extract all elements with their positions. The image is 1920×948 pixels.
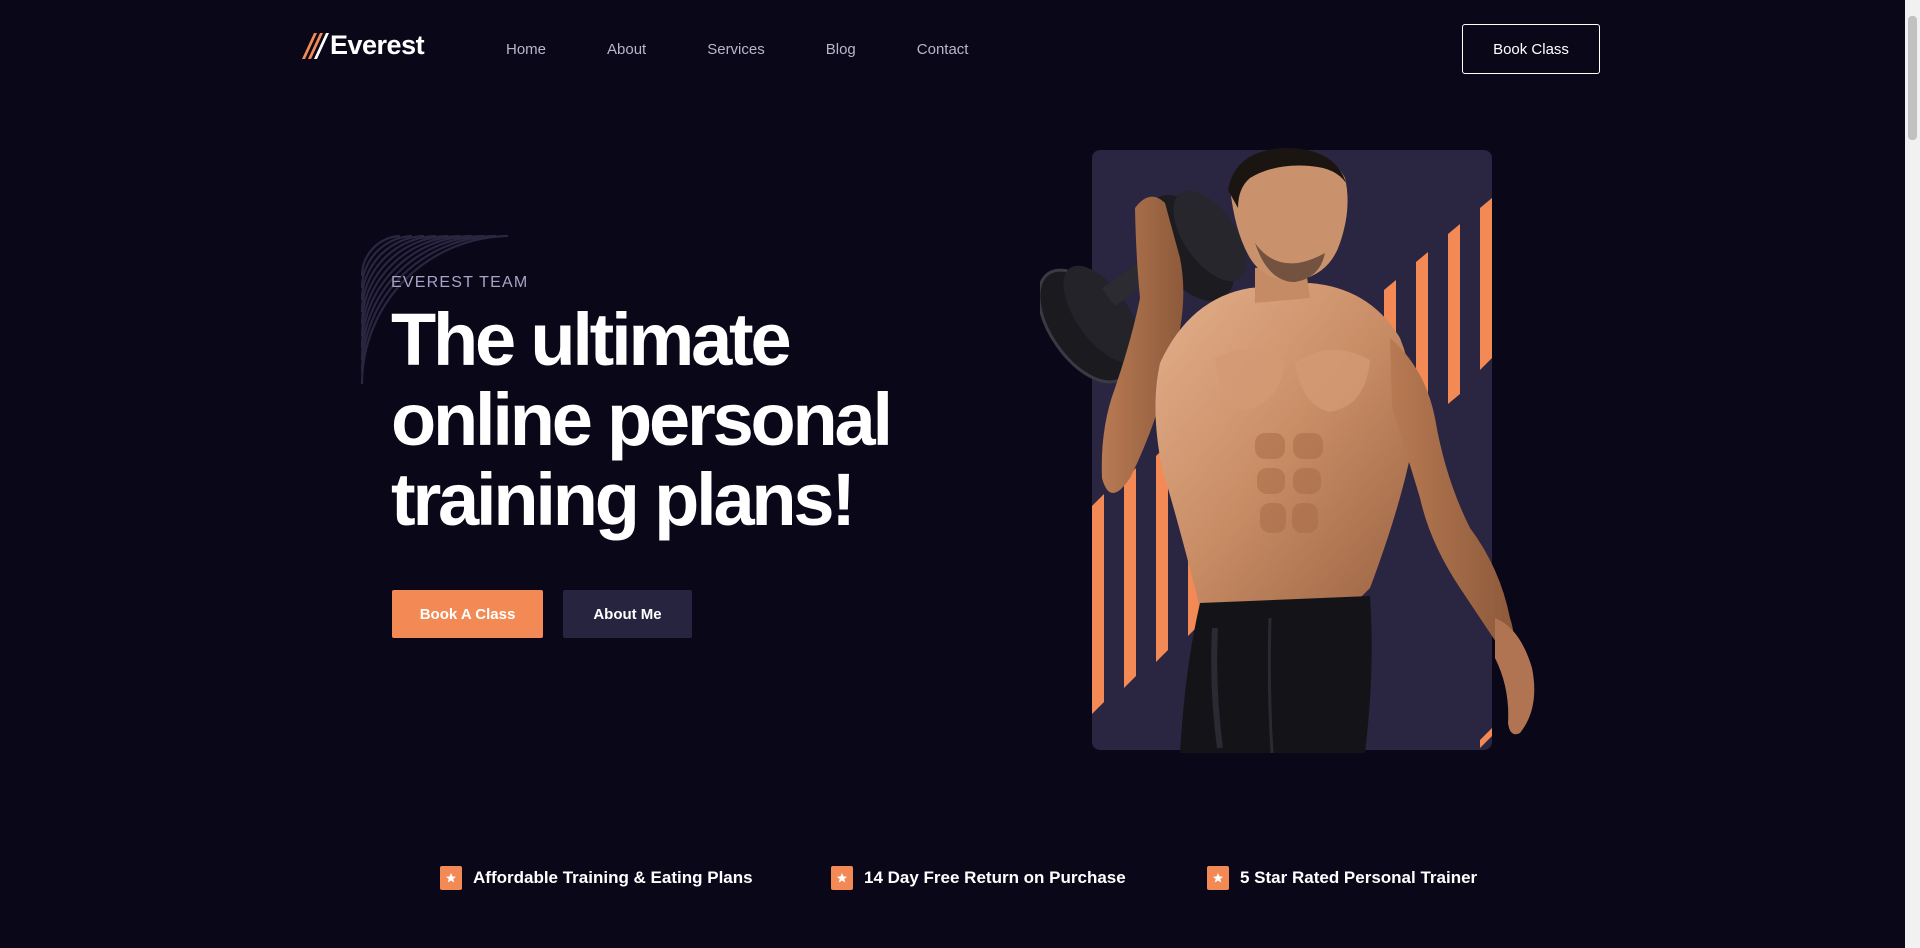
hero-title-line-2: online personal (391, 378, 893, 461)
star-icon (1207, 866, 1229, 890)
about-me-button[interactable]: About Me (563, 590, 692, 638)
logo-stripes-icon (302, 32, 329, 59)
site-header: Everest Home About Services Blog Contact… (0, 0, 1905, 100)
hero-title-line-1: The ultimate (391, 298, 792, 381)
hero-title-line-3: training plans! (391, 458, 856, 541)
hero-athlete-image (1040, 148, 1535, 753)
hero-eyebrow: EVEREST TEAM (391, 274, 529, 291)
book-a-class-button[interactable]: Book A Class (392, 590, 543, 638)
feature-item: Affordable Training & Eating Plans (440, 866, 753, 890)
logo-text: Everest (330, 30, 425, 60)
nav-contact[interactable]: Contact (917, 40, 969, 60)
nav-services[interactable]: Services (707, 40, 765, 60)
hero-title: The ultimate online personal training pl… (391, 300, 951, 540)
feature-item: 14 Day Free Return on Purchase (831, 866, 1126, 890)
star-icon (831, 866, 853, 890)
nav-home[interactable]: Home (506, 40, 546, 60)
features-strip: Affordable Training & Eating Plans 14 Da… (0, 866, 1905, 900)
nav-about[interactable]: About (607, 40, 646, 60)
main-nav: Home About Services Blog Contact (506, 40, 1029, 60)
feature-item: 5 Star Rated Personal Trainer (1207, 866, 1477, 890)
star-icon (440, 866, 462, 890)
book-class-button[interactable]: Book Class (1462, 24, 1600, 74)
feature-label: 5 Star Rated Personal Trainer (1240, 868, 1478, 887)
scrollbar-thumb[interactable] (1908, 16, 1917, 140)
feature-label: Affordable Training & Eating Plans (473, 868, 753, 887)
page-scrollbar[interactable] (1905, 0, 1920, 948)
feature-label: 14 Day Free Return on Purchase (864, 868, 1126, 887)
logo[interactable]: Everest (302, 30, 425, 61)
nav-blog[interactable]: Blog (826, 40, 856, 60)
